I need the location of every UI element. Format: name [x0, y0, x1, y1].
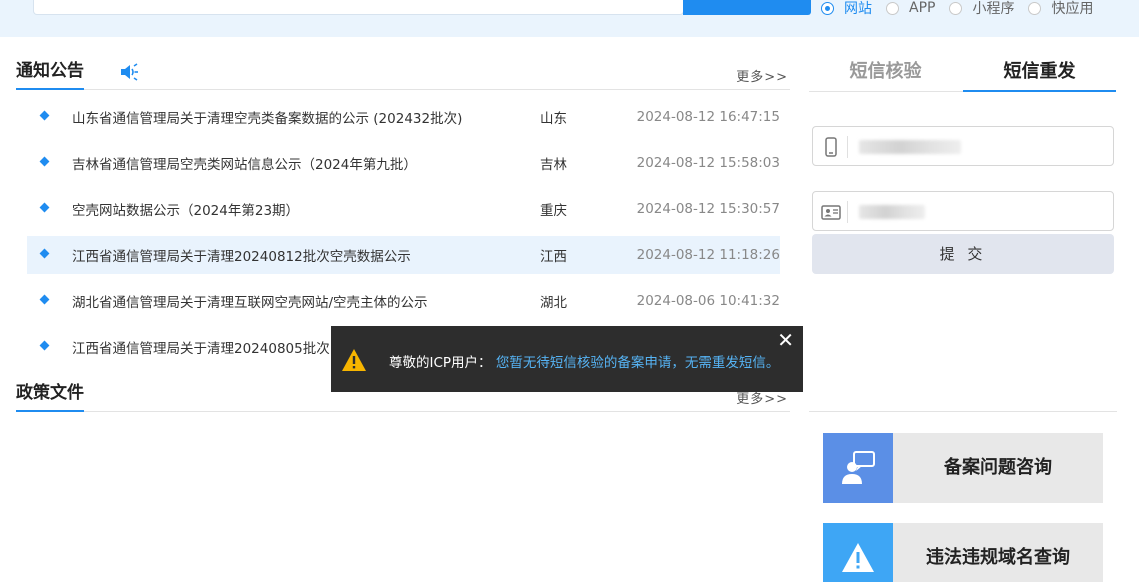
radio-dot [821, 1, 834, 15]
notice-title[interactable]: 山东省通信管理局关于清理空壳类备案数据的公示 (202432批次) [72, 107, 462, 127]
bullet-icon [39, 294, 50, 305]
phone-field[interactable] [812, 126, 1114, 166]
list-item[interactable]: 江西省通信管理局关于清理20240812批次空壳数据公示 江西 2024-08-… [27, 236, 780, 274]
radio-quick-app[interactable]: 快应用 [1028, 0, 1093, 18]
card-record-consult[interactable]: 备案问题咨询 [823, 433, 1103, 503]
radio-website[interactable]: 网站 [821, 0, 872, 18]
toast-notification: 尊敬的ICP用户： 您暂无待短信核验的备案申请，无需重发短信。 ✕ [331, 326, 803, 392]
notices-more-link[interactable]: 更多>> [736, 66, 788, 85]
submit-button[interactable]: 提 交 [812, 234, 1114, 274]
toast-message: 尊敬的ICP用户： 您暂无待短信核验的备案申请，无需重发短信。 [389, 351, 779, 371]
radio-dot [886, 1, 899, 15]
notice-region: 山东 [540, 111, 567, 127]
notice-region: 吉林 [540, 157, 567, 173]
phone-value-blurred [859, 140, 961, 154]
notice-title[interactable]: 湖北省通信管理局关于清理互联网空壳网站/空壳主体的公示 [72, 291, 428, 311]
close-icon[interactable]: ✕ [777, 330, 794, 350]
phone-icon [825, 137, 837, 157]
radio-label: 小程序 [972, 1, 1015, 17]
warning-icon [823, 523, 893, 582]
search-button[interactable] [683, 0, 811, 15]
radio-label: 快应用 [1051, 1, 1094, 17]
toast-body: 您暂无待短信核验的备案申请，无需重发短信。 [495, 355, 780, 371]
bullet-icon [39, 340, 50, 351]
search-input[interactable] [33, 0, 684, 15]
tab-sms-verify[interactable]: 短信核验 [809, 59, 962, 92]
notice-date: 2024-08-06 10:41:32 [636, 293, 780, 309]
warning-icon [342, 349, 366, 371]
search-scope-radio-group: 网站 APP 小程序 快应用 [821, 0, 1093, 18]
tab-sms-resend[interactable]: 短信重发 [963, 59, 1116, 92]
notice-region: 江西 [540, 249, 567, 265]
notice-title[interactable]: 江西省通信管理局关于清理20240805批次 [72, 337, 330, 357]
notice-date: 2024-08-12 15:58:03 [636, 155, 780, 171]
consult-icon [823, 433, 893, 503]
bullet-icon [39, 110, 50, 121]
right-divider [809, 411, 1117, 412]
radio-mini-program[interactable]: 小程序 [949, 0, 1014, 18]
speaker-icon [121, 63, 138, 81]
sms-tabs: 短信核验 短信重发 [809, 59, 1116, 92]
notices-title: 通知公告 [16, 60, 84, 90]
search-bar: 网站 APP 小程序 快应用 [0, 0, 1139, 37]
notice-title[interactable]: 空壳网站数据公示（2024年第23期） [72, 199, 299, 219]
field-separator [847, 136, 848, 158]
policy-title: 政策文件 [16, 382, 84, 412]
notice-date: 2024-08-12 16:47:15 [636, 109, 780, 125]
notices-header: 通知公告 更多>> [16, 60, 790, 90]
bullet-icon [39, 156, 50, 167]
id-card-icon [821, 205, 841, 220]
id-field[interactable] [812, 191, 1114, 231]
radio-app[interactable]: APP [886, 0, 935, 16]
card-label: 备案问题咨询 [944, 457, 1052, 478]
notice-title[interactable]: 江西省通信管理局关于清理20240812批次空壳数据公示 [72, 245, 411, 265]
radio-dot [1028, 1, 1042, 15]
list-item[interactable]: 空壳网站数据公示（2024年第23期） 重庆 2024-08-12 15:30:… [27, 190, 780, 228]
list-item[interactable]: 湖北省通信管理局关于清理互联网空壳网站/空壳主体的公示 湖北 2024-08-0… [27, 282, 780, 320]
toast-lead: 尊敬的ICP用户： [389, 355, 492, 371]
bullet-icon [39, 248, 50, 259]
id-value-blurred [859, 205, 925, 219]
radio-label: 网站 [844, 1, 872, 17]
radio-label: APP [909, 0, 936, 16]
bullet-icon [39, 202, 50, 213]
notice-title[interactable]: 吉林省通信管理局空壳类网站信息公示（2024年第九批） [72, 153, 417, 173]
notice-region: 湖北 [540, 295, 567, 311]
list-item[interactable]: 吉林省通信管理局空壳类网站信息公示（2024年第九批） 吉林 2024-08-1… [27, 144, 780, 182]
radio-dot [949, 1, 963, 15]
list-item[interactable]: 山东省通信管理局关于清理空壳类备案数据的公示 (202432批次) 山东 202… [27, 98, 780, 136]
card-label: 违法违规域名查询 [926, 547, 1070, 568]
card-illegal-domain-query[interactable]: 违法违规域名查询 [823, 523, 1103, 582]
notice-date: 2024-08-12 11:18:26 [636, 247, 780, 263]
notice-region: 重庆 [540, 203, 567, 219]
notice-date: 2024-08-12 15:30:57 [636, 201, 780, 217]
field-separator [847, 201, 848, 223]
